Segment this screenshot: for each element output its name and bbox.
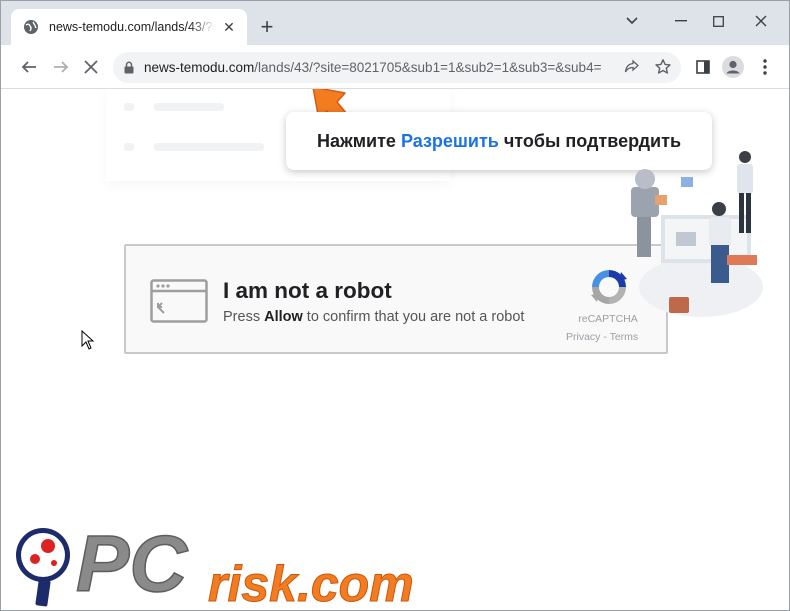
address-bar[interactable]: news-temodu.com/lands/43/?site=8021705&s… [113,52,681,83]
toolbar: news-temodu.com/lands/43/?site=8021705&s… [1,45,789,89]
browser-window-icon [150,279,208,323]
tab-strip: news-temodu.com/lands/43/?site=8021705&s… [1,1,789,45]
globe-icon [24,20,38,34]
star-icon[interactable] [654,58,672,76]
url-text[interactable]: news-temodu.com/lands/43/?site=8021705&s… [144,60,612,75]
maximize-icon[interactable] [704,9,732,33]
minimize-icon[interactable] [667,9,695,33]
office-illustration [631,151,763,317]
watermark-pc: PC [76,519,188,608]
banner-text-before: Нажмите [316,130,401,151]
browser-window: news-temodu.com/lands/43/?site=8021705&s… [0,0,790,611]
close-icon[interactable]: ✕ [221,19,237,35]
watermark-risk: risk.com [208,556,414,611]
url-host: news-temodu.com [144,60,255,75]
profile-icon[interactable] [719,53,747,81]
forward-icon[interactable] [47,53,75,81]
url-path: /lands/43/?site=8021705&sub1=1&sub2=1&su… [254,60,602,75]
menu-icon[interactable] [751,53,779,81]
tab-title: news-temodu.com/lands/43/?site=8021705&s… [49,20,215,34]
fake-captcha-box: I am not a robot Press Allow to confirm … [124,244,668,354]
side-panel-icon[interactable] [689,53,717,81]
pcrisk-watermark: PC risk.com [16,518,414,611]
page-content: Нажмите Разрешить чтобы подтвердить I am… [1,89,789,611]
back-icon[interactable] [15,53,43,81]
mouse-cursor-icon [81,330,95,350]
chevron-down-icon[interactable] [618,9,646,33]
lock-icon[interactable] [124,61,134,74]
share-icon[interactable] [624,59,640,75]
plus-icon[interactable]: + [257,16,277,38]
banner-highlight: Разрешить [400,130,499,151]
close-window-icon[interactable] [747,9,775,33]
captcha-title: I am not a robot [223,278,392,303]
stop-loading-icon[interactable] [77,53,105,81]
captcha-subtitle: Press Allow to confirm that you are not … [223,309,525,325]
tab-active[interactable]: news-temodu.com/lands/43/?site=8021705&s… [11,9,247,45]
